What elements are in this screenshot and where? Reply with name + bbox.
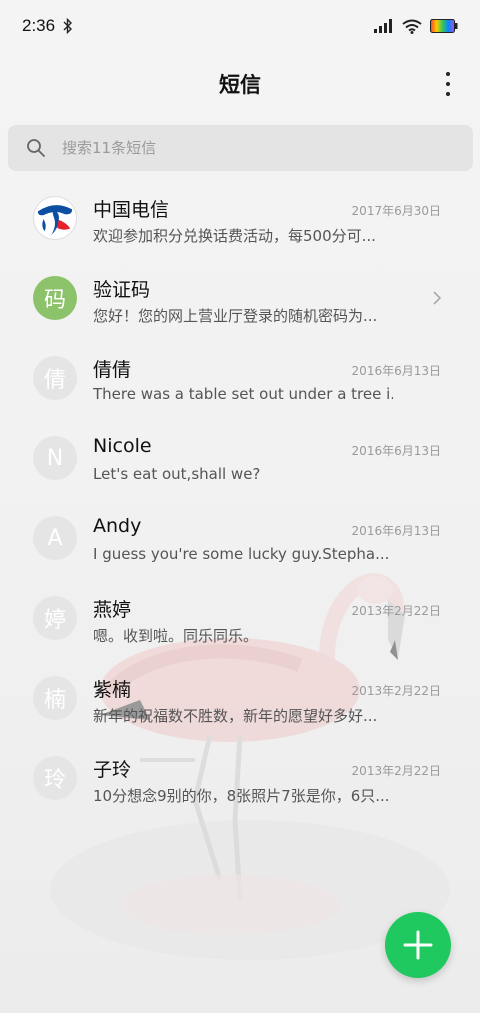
message-item-andy[interactable]: A Andy I guess you're some lucky guy.Ste… [0, 498, 480, 578]
message-item-china-telecom[interactable]: 中国电信 欢迎参加积分兑换话费活动，每500分可... 2017年6月30日 [0, 178, 480, 258]
app-header: 短信 [0, 52, 480, 116]
avatar: N [33, 436, 77, 480]
wifi-icon [402, 19, 422, 34]
contact-name: 中国电信 [93, 199, 170, 221]
message-item-verification-code[interactable]: 码 验证码 您好！您的网上营业厅登录的随机密码为... [0, 258, 480, 338]
message-date: 2017年6月30日 [351, 204, 441, 218]
avatar: 倩 [33, 356, 77, 400]
status-icons [374, 19, 458, 34]
message-preview: I guess you're some lucky guy.Stepha... [93, 545, 390, 563]
search-icon [27, 139, 45, 157]
message-date: 2013年2月22日 [351, 764, 441, 778]
message-item-qianqian[interactable]: 倩 倩倩 There was a table set out under a t… [0, 338, 480, 418]
message-preview: 嗯。收到啦。同乐同乐。 [93, 627, 259, 645]
avatar: 码 [33, 276, 77, 320]
message-item-ziling[interactable]: 玲 子玲 10分想念9别的你，8张照片7张是你，6只... 2013年2月22日 [0, 738, 480, 818]
message-item-nicole[interactable]: N Nicole Let's eat out,shall we? 2016年6月… [0, 418, 480, 498]
bluetooth-icon [63, 18, 73, 34]
message-preview: Let's eat out,shall we? [93, 465, 261, 483]
page-title: 短信 [219, 73, 261, 97]
contact-name: Andy [93, 515, 142, 537]
more-vertical-icon [446, 72, 450, 76]
contact-name: 紫楠 [93, 679, 132, 701]
message-preview: 新年的祝福数不胜数，新年的愿望好多好... [93, 707, 378, 725]
new-message-button[interactable] [385, 912, 451, 978]
message-preview: 您好！您的网上营业厅登录的随机密码为... [93, 307, 378, 325]
message-date: 2016年6月13日 [351, 524, 441, 538]
contact-name: Nicole [93, 435, 152, 457]
message-preview: 10分想念9别的你，8张照片7张是你，6只... [93, 787, 390, 805]
message-item-zinan[interactable]: 楠 紫楠 新年的祝福数不胜数，新年的愿望好多好... 2013年2月22日 [0, 658, 480, 738]
china-telecom-logo-icon [34, 197, 76, 239]
avatar: 玲 [33, 756, 77, 800]
message-preview: There was a table set out under a tree i… [93, 385, 393, 403]
message-date: 2016年6月13日 [351, 444, 441, 458]
search-input[interactable] [62, 139, 442, 157]
avatar [33, 196, 77, 240]
message-list: 中国电信 欢迎参加积分兑换话费活动，每500分可... 2017年6月30日 码… [0, 178, 480, 818]
search-bar[interactable] [8, 125, 473, 171]
avatar: 婷 [33, 596, 77, 640]
message-date: 2013年2月22日 [351, 684, 441, 698]
contact-name: 验证码 [93, 279, 151, 301]
contact-name: 燕婷 [93, 599, 132, 621]
contact-name: 倩倩 [93, 359, 132, 381]
message-date: 2016年6月13日 [351, 364, 441, 378]
signal-icon [374, 19, 392, 33]
message-date: 2013年2月22日 [351, 604, 441, 618]
battery-icon [430, 19, 458, 33]
chevron-right-icon [433, 291, 442, 305]
status-time: 2:36 [22, 16, 56, 35]
plus-icon [403, 930, 433, 960]
message-item-yanting[interactable]: 婷 燕婷 嗯。收到啦。同乐同乐。 2013年2月22日 [0, 578, 480, 658]
message-preview: 欢迎参加积分兑换话费活动，每500分可... [93, 227, 376, 245]
more-options-button[interactable] [444, 72, 452, 96]
status-bar: 2:36 [0, 0, 480, 52]
contact-name: 子玲 [93, 759, 132, 781]
avatar: 楠 [33, 676, 77, 720]
avatar: A [33, 516, 77, 560]
